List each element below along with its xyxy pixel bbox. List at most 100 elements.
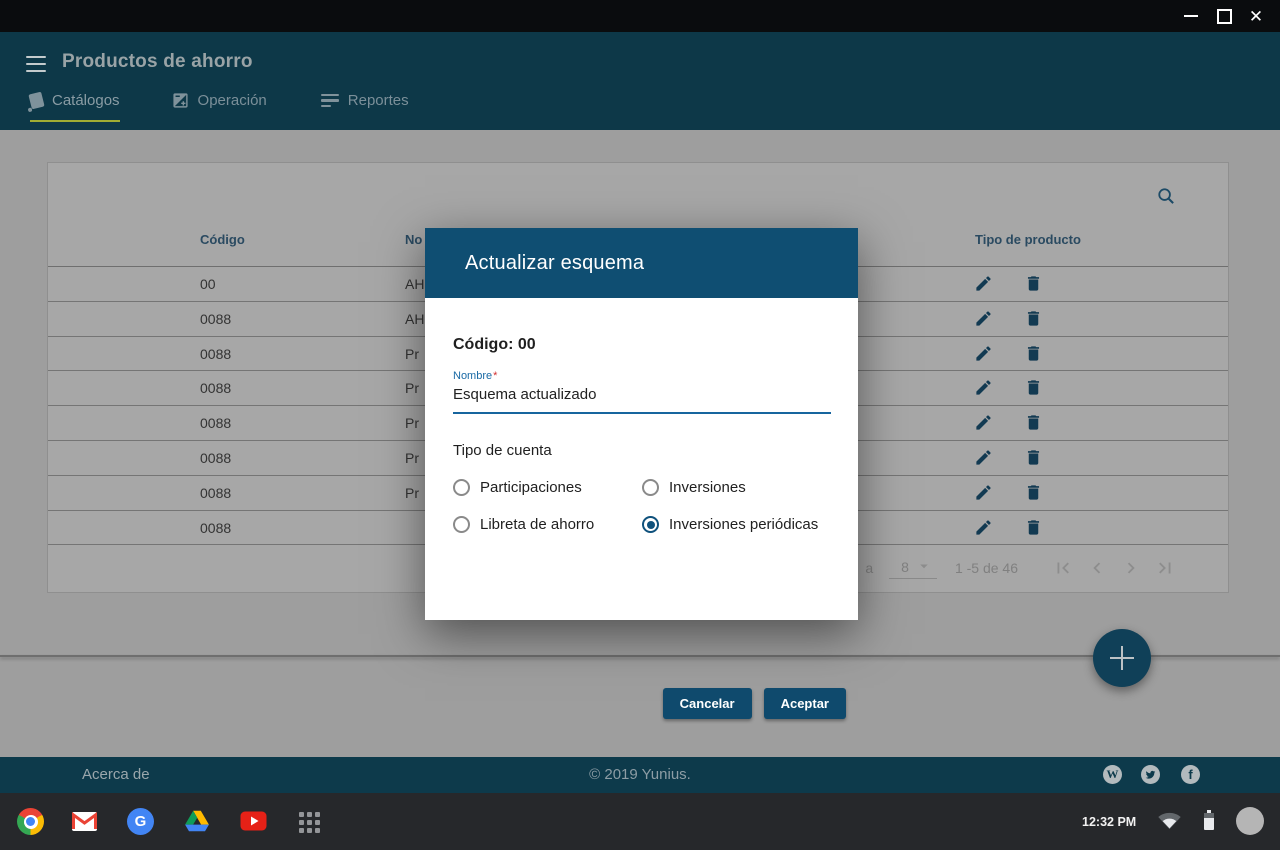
search-icon[interactable] bbox=[1157, 187, 1176, 211]
page-title: Productos de ahorro bbox=[62, 51, 253, 73]
cell-nombre: Pr bbox=[405, 346, 419, 362]
cell-codigo: 00 bbox=[200, 276, 216, 292]
delete-icon[interactable] bbox=[1024, 344, 1043, 368]
cell-nombre: Pr bbox=[405, 380, 419, 396]
active-tab-underline bbox=[30, 120, 120, 122]
last-page-icon[interactable] bbox=[1154, 557, 1176, 579]
cell-codigo: 0088 bbox=[200, 380, 231, 396]
cell-codigo: 0088 bbox=[200, 520, 231, 536]
page-size-select[interactable]: 8 bbox=[889, 557, 937, 579]
page-size-value: 8 bbox=[901, 559, 909, 575]
tipo-cuenta-radio-group: Participaciones Inversiones Libreta de a… bbox=[453, 479, 830, 533]
cell-codigo: 0088 bbox=[200, 450, 231, 466]
edit-icon[interactable] bbox=[974, 413, 993, 437]
accept-button[interactable]: Aceptar bbox=[764, 688, 846, 719]
catalog-icon bbox=[28, 92, 44, 110]
tab-reportes[interactable]: Reportes bbox=[321, 92, 409, 113]
codigo-text: Código: 00 bbox=[453, 336, 830, 354]
chevron-down-icon bbox=[915, 557, 933, 575]
delete-icon[interactable] bbox=[1024, 274, 1043, 298]
tab-operacion[interactable]: Operación bbox=[172, 92, 267, 113]
delete-icon[interactable] bbox=[1024, 413, 1043, 437]
update-scheme-dialog: Actualizar esquema Código: 00 Nombre* Es… bbox=[425, 228, 858, 620]
cell-nombre: Pr bbox=[405, 415, 419, 431]
edit-icon[interactable] bbox=[974, 518, 993, 542]
edit-icon[interactable] bbox=[974, 483, 993, 507]
cell-nombre: AH bbox=[405, 311, 424, 327]
twitter-icon[interactable] bbox=[1141, 765, 1160, 784]
required-asterisk: * bbox=[493, 370, 497, 382]
dialog-header: Actualizar esquema bbox=[425, 228, 858, 298]
edit-icon[interactable] bbox=[974, 274, 993, 298]
edit-icon[interactable] bbox=[974, 448, 993, 472]
delete-icon[interactable] bbox=[1024, 378, 1043, 402]
tab-label: Reportes bbox=[348, 92, 409, 109]
delete-icon[interactable] bbox=[1024, 483, 1043, 507]
column-header-tipo-de-producto: Tipo de producto bbox=[975, 232, 1081, 247]
pagination-label-fragment: a bbox=[865, 560, 873, 576]
account-avatar[interactable] bbox=[1236, 807, 1264, 835]
maximize-icon[interactable] bbox=[1209, 0, 1239, 32]
pagination-nav bbox=[1052, 557, 1176, 579]
radio-icon bbox=[642, 479, 659, 496]
first-page-icon[interactable] bbox=[1052, 557, 1074, 579]
battery-icon[interactable] bbox=[1200, 807, 1218, 838]
delete-icon[interactable] bbox=[1024, 518, 1043, 542]
window-titlebar: ✕ bbox=[0, 0, 1280, 32]
gmail-icon[interactable] bbox=[71, 811, 98, 832]
youtube-icon[interactable] bbox=[240, 811, 267, 838]
google-icon[interactable]: G bbox=[127, 808, 154, 835]
nav-tabs: Catálogos Operación Reportes bbox=[30, 92, 409, 113]
wifi-icon[interactable] bbox=[1158, 809, 1181, 837]
content-divider bbox=[0, 655, 1280, 657]
dialog-actions: Cancelar Aceptar bbox=[663, 688, 846, 719]
delete-icon[interactable] bbox=[1024, 448, 1043, 472]
tab-label: Operación bbox=[198, 92, 267, 109]
app-launcher-icon[interactable] bbox=[299, 812, 321, 834]
cell-codigo: 0088 bbox=[200, 485, 231, 501]
radio-label: Inversiones bbox=[669, 479, 746, 496]
dialog-body: Código: 00 Nombre* Esquema actualizado T… bbox=[425, 336, 858, 533]
close-icon[interactable]: ✕ bbox=[1241, 0, 1271, 32]
cell-nombre: Pr bbox=[405, 450, 419, 466]
edit-icon[interactable] bbox=[974, 378, 993, 402]
radio-inversiones-periodicas[interactable]: Inversiones periódicas bbox=[642, 516, 830, 533]
cell-codigo: 0088 bbox=[200, 415, 231, 431]
screen: ✕ Productos de ahorro Catálogos Operació… bbox=[0, 0, 1280, 850]
radio-libreta-de-ahorro[interactable]: Libreta de ahorro bbox=[453, 516, 642, 533]
nombre-label: Nombre* bbox=[453, 370, 830, 382]
nombre-input[interactable]: Esquema actualizado bbox=[453, 386, 831, 414]
pagination-range: 1 -5 de 46 bbox=[955, 560, 1018, 576]
radio-inversiones[interactable]: Inversiones bbox=[642, 479, 830, 496]
radio-icon-selected bbox=[642, 516, 659, 533]
tab-catalogos[interactable]: Catálogos bbox=[30, 92, 120, 113]
dialog-title: Actualizar esquema bbox=[465, 252, 644, 275]
radio-participaciones[interactable]: Participaciones bbox=[453, 479, 642, 496]
menu-icon[interactable] bbox=[26, 56, 46, 72]
app-header: Productos de ahorro Catálogos Operación … bbox=[0, 32, 1280, 130]
column-header-codigo: Código bbox=[200, 232, 245, 247]
cell-codigo: 0088 bbox=[200, 346, 231, 362]
nombre-label-text: Nombre bbox=[453, 370, 492, 382]
facebook-icon[interactable]: f bbox=[1181, 765, 1200, 784]
radio-label: Participaciones bbox=[480, 479, 582, 496]
cell-codigo: 0088 bbox=[200, 311, 231, 327]
edit-icon[interactable] bbox=[974, 344, 993, 368]
add-fab-button[interactable] bbox=[1093, 629, 1151, 687]
clock[interactable]: 12:32 PM bbox=[1082, 815, 1136, 829]
radio-label: Inversiones periódicas bbox=[669, 516, 818, 533]
previous-page-icon[interactable] bbox=[1086, 557, 1108, 579]
minimize-icon[interactable] bbox=[1176, 0, 1206, 32]
delete-icon[interactable] bbox=[1024, 309, 1043, 333]
cell-nombre: Pr bbox=[405, 485, 419, 501]
plus-icon bbox=[1110, 646, 1134, 670]
next-page-icon[interactable] bbox=[1120, 557, 1142, 579]
radio-icon bbox=[453, 516, 470, 533]
drive-icon[interactable] bbox=[184, 809, 211, 836]
reports-icon bbox=[321, 94, 339, 108]
operation-icon bbox=[172, 92, 189, 109]
chrome-icon[interactable] bbox=[17, 808, 44, 835]
wordpress-icon[interactable]: W bbox=[1103, 765, 1122, 784]
edit-icon[interactable] bbox=[974, 309, 993, 333]
cancel-button[interactable]: Cancelar bbox=[663, 688, 752, 719]
